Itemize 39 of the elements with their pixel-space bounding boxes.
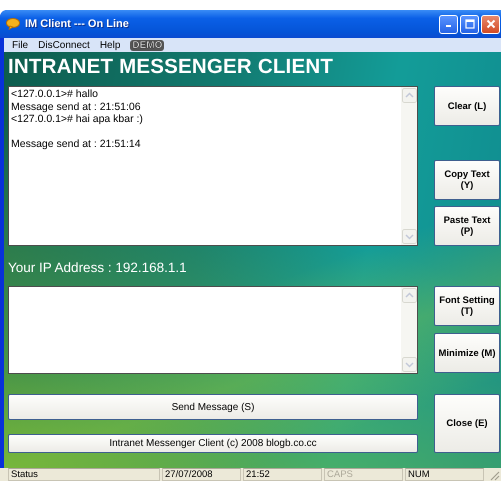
menu-item[interactable]: DisConnect — [38, 40, 90, 50]
maximize-button[interactable] — [460, 14, 479, 34]
message-line: <127.0.0.1># hai apa kbar :) — [11, 113, 144, 126]
resize-grip-icon[interactable] — [488, 469, 500, 481]
message-line: Message send at : 21:51:14 — [11, 137, 142, 150]
maximize-icon — [464, 19, 474, 29]
message-input-field[interactable] — [8, 286, 418, 374]
status-panel: 21:52 — [243, 468, 322, 481]
send-message-button[interactable]: Send Message (S) — [8, 394, 418, 420]
scroll-up-icon[interactable] — [402, 88, 416, 103]
side-button[interactable]: Minimize (M) — [434, 333, 500, 373]
minimize-button[interactable] — [439, 14, 458, 34]
close-button[interactable] — [481, 14, 500, 34]
window-title: IM Client --- On Line — [25, 18, 130, 30]
status-panel: 27/07/2008 — [162, 468, 241, 481]
message-line: <127.0.0.1># hallo — [11, 88, 99, 100]
scroll-bar[interactable] — [401, 87, 417, 245]
message-line: Message send at : 21:51:06 — [11, 100, 142, 113]
side-button[interactable]: Clear (L) — [434, 86, 500, 126]
credit-button[interactable]: Intranet Messenger Client (c) 2008 blogb.co.cc — [8, 434, 418, 453]
side-button[interactable]: Close (E) — [434, 394, 500, 453]
banner-title: INTRANET MESSENGER CLIENT — [8, 54, 334, 80]
demo-badge: DEMO — [130, 40, 164, 50]
status-panel: Status — [8, 468, 160, 481]
side-button[interactable]: Copy Text (Y) — [434, 160, 500, 200]
menu-item[interactable]: File — [12, 40, 28, 50]
scroll-down-icon[interactable] — [402, 229, 416, 244]
scroll-up-icon[interactable] — [402, 288, 416, 303]
close-icon — [486, 19, 496, 29]
status-panel: CAPS — [324, 468, 403, 481]
scroll-bar[interactable] — [401, 287, 417, 373]
chat-bubble-icon — [6, 18, 20, 30]
side-button[interactable]: Font Setting (T) — [434, 286, 500, 326]
scroll-down-icon[interactable] — [402, 357, 416, 372]
menu-item[interactable]: Help — [100, 40, 120, 50]
chat-log[interactable]: <127.0.0.1># hallo Message send at : 21:51:06 <127.0.0.1># hai apa kbar :) Message send at : 21:51:14 — [8, 86, 418, 246]
status-panel: NUM — [405, 468, 484, 481]
ip-address-label: Your IP Address : 192.168.1.1 — [8, 259, 188, 277]
side-button[interactable]: Paste Text (P) — [434, 206, 500, 246]
